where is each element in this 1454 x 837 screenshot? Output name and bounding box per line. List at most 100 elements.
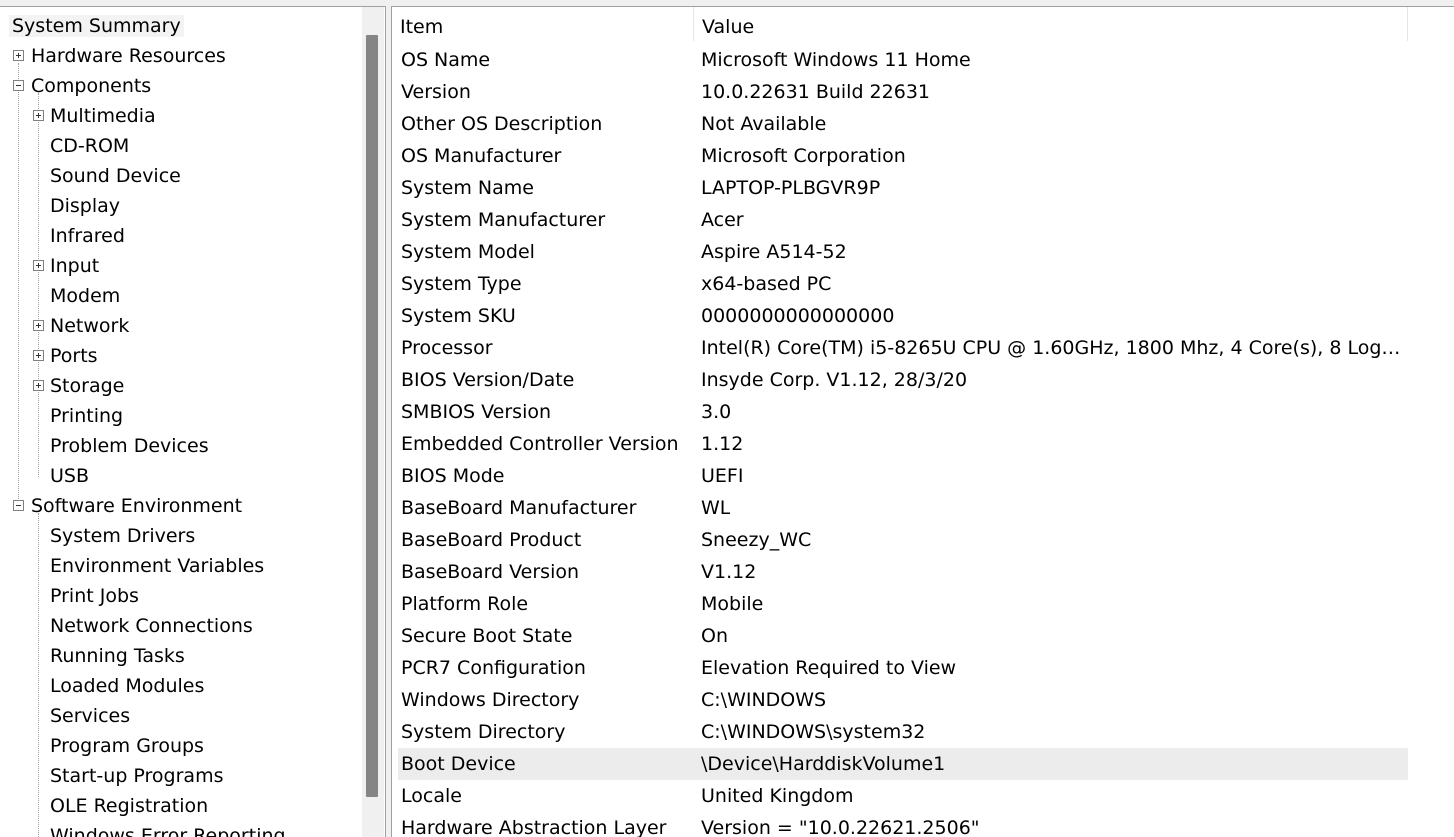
table-row[interactable]: OS Manufacturer Microsoft Corporation	[398, 140, 1408, 172]
row-item: Locale	[401, 785, 462, 807]
row-value: 1.12	[701, 433, 744, 455]
tree-item-loaded-modules[interactable]: Loaded Modules	[47, 671, 207, 701]
row-value: Sneezy_WC	[701, 529, 812, 551]
list-header: Item Value	[392, 7, 1408, 41]
expand-plus-icon[interactable]	[33, 260, 44, 271]
collapse-minus-icon[interactable]	[13, 500, 24, 511]
row-item: BaseBoard Version	[401, 561, 580, 583]
table-row[interactable]: System Directory C:\WINDOWS\system32	[398, 716, 1408, 748]
table-row[interactable]: Locale United Kingdom	[398, 780, 1408, 812]
row-value: Mobile	[701, 593, 764, 615]
row-value: United Kingdom	[701, 785, 854, 807]
row-value: On	[701, 625, 728, 647]
row-value: WL	[701, 497, 731, 519]
table-row[interactable]: Version 10.0.22631 Build 22631	[398, 76, 1408, 108]
row-value: Insyde Corp. V1.12, 28/3/20	[701, 369, 968, 391]
table-row[interactable]: Windows Directory C:\WINDOWS	[398, 684, 1408, 716]
tree-item-usb[interactable]: USB	[47, 461, 92, 491]
table-row[interactable]: System Manufacturer Acer	[398, 204, 1408, 236]
tree-scrollbar-thumb[interactable]	[366, 35, 378, 797]
row-value: UEFI	[701, 465, 744, 487]
expand-plus-icon[interactable]	[33, 350, 44, 361]
table-row[interactable]: PCR7 Configuration Elevation Required to …	[398, 652, 1408, 684]
tree-item-infrared[interactable]: Infrared	[47, 221, 128, 251]
column-header-value[interactable]: Value	[694, 7, 1408, 41]
details-list[interactable]: Item Value OS Name Microsoft Windows 11 H…	[391, 6, 1454, 837]
row-item: BaseBoard Manufacturer	[401, 497, 637, 519]
tree-item-network-connections[interactable]: Network Connections	[47, 611, 256, 641]
table-row[interactable]: OS Name Microsoft Windows 11 Home	[398, 44, 1408, 76]
table-row[interactable]: BaseBoard Manufacturer WL	[398, 492, 1408, 524]
table-row[interactable]: Processor Intel(R) Core(TM) i5-8265U CPU …	[398, 332, 1408, 364]
tree-item-input[interactable]: Input	[32, 251, 102, 281]
collapse-minus-icon[interactable]	[13, 80, 24, 91]
tree-item-running-tasks[interactable]: Running Tasks	[47, 641, 188, 671]
row-value: Microsoft Windows 11 Home	[701, 49, 971, 71]
tree-item-problem-devices[interactable]: Problem Devices	[47, 431, 212, 461]
expand-plus-icon[interactable]	[33, 380, 44, 391]
row-value: 10.0.22631 Build 22631	[701, 81, 931, 103]
row-value: C:\WINDOWS	[701, 689, 827, 711]
table-row[interactable]: Other OS Description Not Available	[398, 108, 1408, 140]
tree-item-storage[interactable]: Storage	[32, 371, 127, 401]
table-row[interactable]: System Type x64-based PC	[398, 268, 1408, 300]
row-value: C:\WINDOWS\system32	[701, 721, 926, 743]
tree-item-ole-registration[interactable]: OLE Registration	[47, 791, 211, 821]
tree-item-cd-rom[interactable]: CD-ROM	[47, 131, 132, 161]
tree-item-software-environment[interactable]: Software Environment	[12, 491, 245, 521]
tree-item-components[interactable]: Components	[12, 71, 154, 101]
row-item: SMBIOS Version	[401, 401, 552, 423]
table-row[interactable]: System SKU 0000000000000000	[398, 300, 1408, 332]
row-item: PCR7 Configuration	[401, 657, 586, 679]
tree-item-system-drivers[interactable]: System Drivers	[47, 521, 198, 551]
table-row[interactable]: Secure Boot State On	[398, 620, 1408, 652]
row-item: System Name	[401, 177, 534, 199]
tree-item-printing[interactable]: Printing	[47, 401, 126, 431]
table-row[interactable]: Hardware Abstraction Layer Version = "10.…	[398, 812, 1408, 837]
tree-item-network[interactable]: Network	[32, 311, 132, 341]
tree-item-environment-variables[interactable]: Environment Variables	[47, 551, 267, 581]
tree-item-windows-error-reporting[interactable]: Windows Error Reporting	[47, 821, 289, 837]
tree-item-modem[interactable]: Modem	[47, 281, 123, 311]
table-row[interactable]: Embedded Controller Version 1.12	[398, 428, 1408, 460]
expand-plus-icon[interactable]	[33, 320, 44, 331]
tree-item-display[interactable]: Display	[47, 191, 123, 221]
row-item: Secure Boot State	[401, 625, 573, 647]
tree-item-print-jobs[interactable]: Print Jobs	[47, 581, 142, 611]
table-row[interactable]: BaseBoard Product Sneezy_WC	[398, 524, 1408, 556]
tree-item-hardware-resources[interactable]: Hardware Resources	[12, 41, 229, 71]
table-row[interactable]: BaseBoard Version V1.12	[398, 556, 1408, 588]
expand-plus-icon[interactable]	[33, 110, 44, 121]
tree-item-startup-programs[interactable]: Start-up Programs	[47, 761, 226, 791]
table-row[interactable]: BIOS Version/Date Insyde Corp. V1.12, 28/…	[398, 364, 1408, 396]
tree-item-system-summary[interactable]: System Summary	[9, 11, 184, 41]
row-item: OS Name	[401, 49, 491, 71]
row-value: Version = "10.0.22621.2506"	[701, 817, 980, 837]
row-value: 0000000000000000	[701, 305, 895, 327]
expand-plus-icon[interactable]	[13, 50, 24, 61]
table-row[interactable]: Platform Role Mobile	[398, 588, 1408, 620]
row-item: Boot Device	[401, 753, 516, 775]
table-row[interactable]: SMBIOS Version 3.0	[398, 396, 1408, 428]
table-row[interactable]: BIOS Mode UEFI	[398, 460, 1408, 492]
table-row[interactable]: System Model Aspire A514-52	[398, 236, 1408, 268]
tree-item-sound-device[interactable]: Sound Device	[47, 161, 184, 191]
table-row[interactable]: System Name LAPTOP-PLBGVR9P	[398, 172, 1408, 204]
tree-item-program-groups[interactable]: Program Groups	[47, 731, 207, 761]
table-row[interactable]: Boot Device \Device\HarddiskVolume1	[398, 748, 1408, 780]
tree-item-multimedia[interactable]: Multimedia	[32, 101, 159, 131]
row-item: Version	[401, 81, 471, 103]
row-value: Intel(R) Core(TM) i5-8265U CPU @ 1.60GHz…	[701, 337, 1401, 359]
row-item: BIOS Version/Date	[401, 369, 575, 391]
row-item: System Manufacturer	[401, 209, 606, 231]
row-value: 3.0	[701, 401, 732, 423]
row-item: OS Manufacturer	[401, 145, 562, 167]
row-value: \Device\HarddiskVolume1	[701, 753, 946, 775]
category-tree[interactable]: System Summary Hardware Resources Compon…	[0, 6, 386, 837]
tree-item-ports[interactable]: Ports	[32, 341, 101, 371]
tree-connector	[38, 93, 39, 477]
column-header-item[interactable]: Item	[392, 7, 694, 41]
row-value: LAPTOP-PLBGVR9P	[701, 177, 881, 199]
tree-item-services[interactable]: Services	[47, 701, 133, 731]
row-value: Microsoft Corporation	[701, 145, 906, 167]
